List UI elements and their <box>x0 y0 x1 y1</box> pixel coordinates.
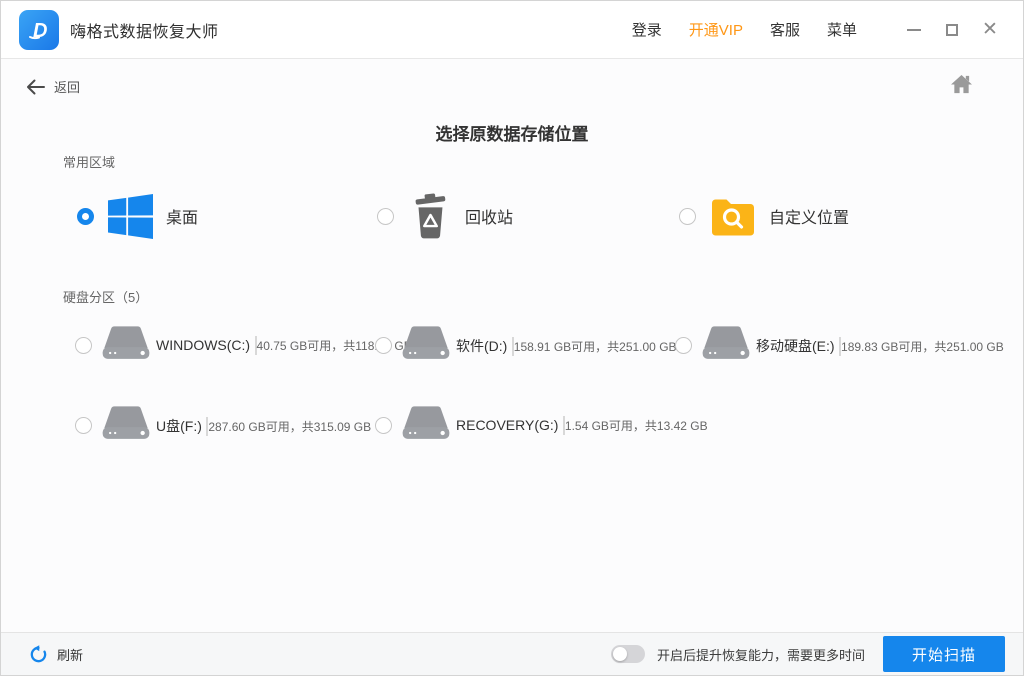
drive-item-e[interactable]: 移动硬盘(E:) 189.83 GB可用，共251.00 GB <box>675 322 1004 369</box>
hard-disk-icon <box>401 322 451 369</box>
footer-bar: 刷新 开启后提升恢复能力，需要更多时间 开始扫描 <box>1 632 1023 675</box>
maximize-button[interactable] <box>937 15 967 45</box>
drive-name: U盘(F:) <box>156 417 202 434</box>
titlebar: D 嗨格式数据恢复大师 登录 开通VIP 客服 菜单 ✕ <box>1 1 1023 59</box>
drive-e-radio[interactable] <box>675 337 692 354</box>
start-scan-button[interactable]: 开始扫描 <box>883 636 1005 672</box>
back-label: 返回 <box>54 80 81 95</box>
option-desktop[interactable]: 桌面 <box>77 192 198 240</box>
drive-item-f[interactable]: U盘(F:) 287.60 GB可用，共315.09 GB <box>75 402 371 449</box>
recycle-bin-label: 回收站 <box>465 210 514 227</box>
window-controls: ✕ <box>891 15 1005 45</box>
hard-disk-icon <box>101 402 151 449</box>
recycle-bin-radio[interactable] <box>377 207 394 225</box>
app-title: 嗨格式数据恢复大师 <box>70 23 219 41</box>
refresh-button[interactable]: 刷新 <box>29 644 84 664</box>
desktop-label: 桌面 <box>166 210 199 227</box>
home-icon <box>951 74 972 94</box>
custom-location-label: 自定义位置 <box>769 210 850 227</box>
support-link[interactable]: 客服 <box>770 19 800 40</box>
main-content: 返回 选择原数据存储位置 常用区域 桌面 回收站 自定义位置 硬盘分区（5） W… <box>1 60 1023 632</box>
refresh-icon <box>30 644 47 662</box>
option-custom-location[interactable]: 自定义位置 <box>679 192 849 240</box>
custom-location-radio[interactable] <box>679 207 696 225</box>
app-logo-d-icon: D <box>19 9 59 50</box>
drive-info: 287.60 GB可用，共315.09 GB <box>208 419 372 434</box>
drive-g-radio[interactable] <box>375 417 392 434</box>
close-icon: ✕ <box>982 19 998 40</box>
drive-name: RECOVERY(G:) <box>456 416 559 433</box>
login-link[interactable]: 登录 <box>632 19 662 40</box>
home-button[interactable] <box>950 74 973 100</box>
drive-info: 158.91 GB可用，共251.00 GB <box>513 339 677 354</box>
app-window: D 嗨格式数据恢复大师 登录 开通VIP 客服 菜单 ✕ 返回 选择原数据存储位… <box>0 0 1024 676</box>
common-area-section-label: 常用区域 <box>63 155 116 170</box>
titlebar-menu: 登录 开通VIP 客服 菜单 ✕ <box>605 15 1005 45</box>
hard-disk-icon <box>101 322 151 369</box>
back-arrow-icon <box>27 79 45 94</box>
drive-name: 软件(D:) <box>456 337 508 354</box>
drive-info: 189.83 GB可用，共251.00 GB <box>841 339 1004 354</box>
drive-c-radio[interactable] <box>75 337 92 354</box>
toggle-knob <box>612 647 627 661</box>
close-button[interactable]: ✕ <box>975 15 1005 45</box>
back-button[interactable]: 返回 <box>25 77 80 96</box>
drive-name: WINDOWS(C:) <box>156 336 251 353</box>
maximize-icon <box>946 23 958 36</box>
hard-disk-icon <box>701 322 751 369</box>
partitions-section-label: 硬盘分区（5） <box>63 290 149 305</box>
desktop-radio[interactable] <box>77 207 94 225</box>
drive-item-c[interactable]: WINDOWS(C:) 40.75 GB可用，共118.01 GB <box>75 322 412 369</box>
drive-d-radio[interactable] <box>375 337 392 354</box>
menu-link[interactable]: 菜单 <box>827 19 857 40</box>
drive-item-g[interactable]: RECOVERY(G:) 1.54 GB可用，共13.42 GB <box>375 402 708 449</box>
drive-f-radio[interactable] <box>75 417 92 434</box>
vip-link[interactable]: 开通VIP <box>689 19 743 40</box>
deep-recovery-toggle[interactable] <box>610 645 645 663</box>
folder-search-icon <box>710 196 756 236</box>
recycle-bin-icon <box>408 193 452 239</box>
windows-logo-icon <box>108 193 153 239</box>
footer-right: 开启后提升恢复能力，需要更多时间 开始扫描 <box>610 636 1023 672</box>
minimize-icon <box>907 28 921 31</box>
refresh-label: 刷新 <box>57 647 84 663</box>
hard-disk-icon <box>401 402 451 449</box>
drive-info: 1.54 GB可用，共13.42 GB <box>564 418 708 433</box>
drive-name: 移动硬盘(E:) <box>756 337 835 354</box>
drive-item-d[interactable]: 软件(D:) 158.91 GB可用，共251.00 GB <box>375 322 677 369</box>
deep-recovery-toggle-label: 开启后提升恢复能力，需要更多时间 <box>656 647 865 663</box>
minimize-button[interactable] <box>899 15 929 45</box>
option-recycle-bin[interactable]: 回收站 <box>377 192 513 240</box>
page-title: 选择原数据存储位置 <box>435 125 589 144</box>
